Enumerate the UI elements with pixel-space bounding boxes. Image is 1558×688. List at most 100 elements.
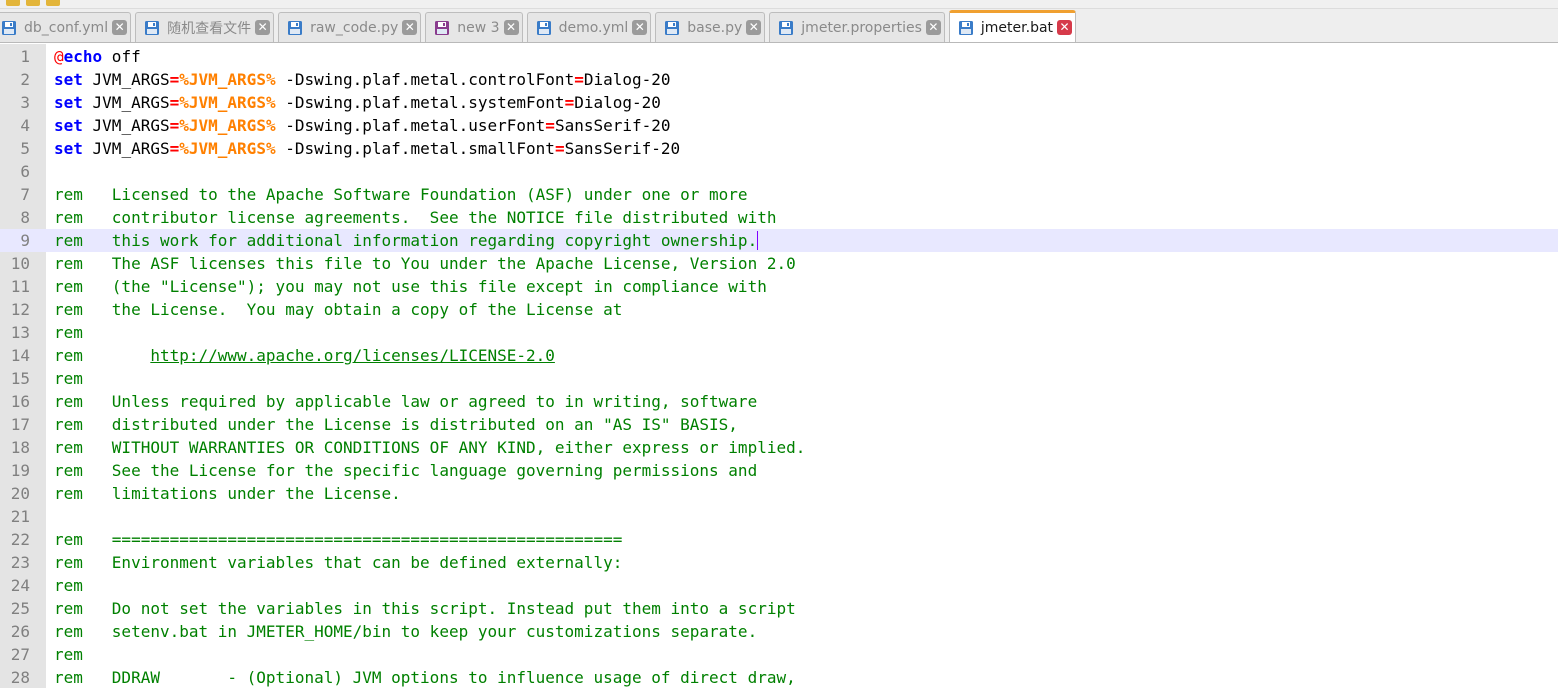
- toolbar-icon[interactable]: [46, 0, 60, 6]
- keyword-token: set: [54, 93, 83, 112]
- current-code-line[interactable]: 9 rem this work for additional informatio…: [0, 229, 1558, 252]
- close-icon[interactable]: ✕: [925, 20, 941, 35]
- code-line[interactable]: 11 rem (the "License"); you may not use t…: [0, 275, 1558, 298]
- tab-file[interactable]: demo.yml ✕: [526, 12, 652, 42]
- comment-token: rem The ASF licenses this file to You un…: [54, 254, 796, 273]
- unsaved-icon: [435, 20, 450, 35]
- comment-token: rem Do not set the variables in this scr…: [54, 599, 796, 618]
- code-line[interactable]: 3 set JVM_ARGS=%JVM_ARGS% -Dswing.plaf.me…: [0, 91, 1558, 114]
- line-number: 8: [20, 208, 30, 227]
- text-token: -Dswing.plaf.metal.systemFont: [275, 93, 565, 112]
- tab-file[interactable]: jmeter.properties ✕: [769, 12, 945, 42]
- comment-token: rem Environment variables that can be de…: [54, 553, 623, 572]
- code-text: rem WITHOUT WARRANTIES OR CONDITIONS OF …: [54, 436, 805, 459]
- text-token: Dialog-20: [583, 70, 671, 89]
- close-icon[interactable]: ✕: [503, 20, 519, 35]
- close-icon[interactable]: ✕: [402, 20, 418, 35]
- comment-token: rem the License. You may obtain a copy o…: [54, 300, 623, 319]
- code-line[interactable]: 28 rem DDRAW - (Optional) JVM options to …: [0, 666, 1558, 688]
- line-number: 17: [10, 415, 30, 434]
- toolbar-strip: [0, 0, 1558, 9]
- tab-file[interactable]: base.py ✕: [655, 12, 766, 42]
- code-line[interactable]: 10 rem The ASF licenses this file to You …: [0, 252, 1558, 275]
- code-line[interactable]: 18 rem WITHOUT WARRANTIES OR CONDITIONS O…: [0, 436, 1558, 459]
- url-link[interactable]: http://www.apache.org/licenses/LICENSE-2…: [150, 346, 555, 365]
- comment-token: rem (the "License"); you may not use thi…: [54, 277, 767, 296]
- text-token: Dialog-20: [574, 93, 661, 112]
- comment-token: rem: [54, 323, 83, 342]
- text-token: JVM_ARGS: [82, 70, 170, 89]
- line-number: 6: [20, 162, 30, 181]
- operator-token: =: [169, 93, 180, 112]
- line-number: 23: [10, 553, 30, 572]
- line-number: 7: [20, 185, 30, 204]
- code-text: rem http://www.apache.org/licenses/LICEN…: [54, 344, 555, 367]
- code-line[interactable]: 8 rem contributor license agreements. See…: [0, 206, 1558, 229]
- tab-file[interactable]: jmeter.bat ✕: [948, 10, 1077, 42]
- code-text: rem See the License for the specific lan…: [54, 459, 757, 482]
- tab-file[interactable]: new 3 ✕: [425, 12, 523, 42]
- code-line[interactable]: 17 rem distributed under the License is d…: [0, 413, 1558, 436]
- comment-token: rem: [54, 369, 83, 388]
- code-text: rem Unless required by applicable law or…: [54, 390, 757, 413]
- code-line[interactable]: 12 rem the License. You may obtain a copy…: [0, 298, 1558, 321]
- code-line[interactable]: 15 rem: [0, 367, 1558, 390]
- code-line[interactable]: 7 rem Licensed to the Apache Software Fou…: [0, 183, 1558, 206]
- toolbar-icon[interactable]: [6, 0, 20, 6]
- variable-token: %JVM_ARGS%: [179, 70, 276, 89]
- comment-token: rem ====================================…: [54, 530, 623, 549]
- code-line[interactable]: 24 rem: [0, 574, 1558, 597]
- code-line[interactable]: 25 rem Do not set the variables in this s…: [0, 597, 1558, 620]
- comment-token: rem contributor license agreements. See …: [54, 208, 777, 227]
- operator-token: =: [564, 93, 575, 112]
- code-line[interactable]: 22 rem ==================================…: [0, 528, 1558, 551]
- code-text: rem this work for additional information…: [54, 229, 759, 252]
- code-text: rem: [54, 321, 83, 344]
- toolbar-icon[interactable]: [26, 0, 40, 6]
- save-icon: [288, 20, 303, 35]
- line-number: 11: [10, 277, 30, 296]
- line-number: 26: [10, 622, 30, 641]
- code-line[interactable]: 14 rem http://www.apache.org/licenses/LIC…: [0, 344, 1558, 367]
- line-number: 10: [10, 254, 30, 273]
- code-line[interactable]: 5 set JVM_ARGS=%JVM_ARGS% -Dswing.plaf.me…: [0, 137, 1558, 160]
- text-token: off: [102, 47, 141, 66]
- tab-label: 随机查看文件: [167, 20, 252, 37]
- operator-token: =: [545, 116, 555, 135]
- text-token: JVM_ARGS: [82, 139, 170, 158]
- comment-token: rem WITHOUT WARRANTIES OR CONDITIONS OF …: [54, 438, 806, 457]
- code-line[interactable]: 19 rem See the License for the specific l…: [0, 459, 1558, 482]
- code-line[interactable]: 20 rem limitations under the License.: [0, 482, 1558, 505]
- close-icon[interactable]: ✕: [632, 20, 648, 35]
- code-text: set JVM_ARGS=%JVM_ARGS% -Dswing.plaf.met…: [54, 137, 680, 160]
- line-number: 15: [10, 369, 30, 388]
- close-icon[interactable]: ✕: [255, 20, 271, 35]
- comment-token: rem Licensed to the Apache Software Foun…: [54, 185, 748, 204]
- code-editor[interactable]: 1 @echo off 2 set JVM_ARGS=%JVM_ARGS% -Dswi…: [0, 44, 1558, 688]
- code-line[interactable]: 1 @echo off: [0, 45, 1558, 68]
- close-icon[interactable]: ✕: [746, 20, 762, 35]
- line-number: 5: [20, 139, 30, 158]
- code-line[interactable]: 16 rem Unless required by applicable law …: [0, 390, 1558, 413]
- close-icon[interactable]: ✕: [1057, 20, 1073, 35]
- keyword-token: set: [54, 116, 83, 135]
- code-line[interactable]: 27 rem: [0, 643, 1558, 666]
- line-number: 25: [10, 599, 30, 618]
- code-line[interactable]: 6: [0, 160, 1558, 183]
- save-icon: [665, 20, 680, 35]
- tab-file[interactable]: raw_code.py ✕: [278, 12, 422, 42]
- line-number: 16: [10, 392, 30, 411]
- close-icon[interactable]: ✕: [112, 20, 128, 35]
- comment-token: rem DDRAW - (Optional) JVM options to in…: [54, 668, 796, 687]
- code-line[interactable]: 26 rem setenv.bat in JMETER_HOME/bin to k…: [0, 620, 1558, 643]
- line-number: 1: [20, 47, 30, 66]
- code-line[interactable]: 13 rem: [0, 321, 1558, 344]
- code-text: @echo off: [54, 45, 141, 68]
- tab-file[interactable]: db_conf.yml ✕: [0, 12, 132, 42]
- code-line[interactable]: 4 set JVM_ARGS=%JVM_ARGS% -Dswing.plaf.me…: [0, 114, 1558, 137]
- tab-file[interactable]: 随机查看文件 ✕: [135, 12, 275, 42]
- code-line[interactable]: 21: [0, 505, 1558, 528]
- code-line[interactable]: 23 rem Environment variables that can be …: [0, 551, 1558, 574]
- code-line[interactable]: 2 set JVM_ARGS=%JVM_ARGS% -Dswing.plaf.me…: [0, 68, 1558, 91]
- tab-label: demo.yml: [558, 19, 629, 36]
